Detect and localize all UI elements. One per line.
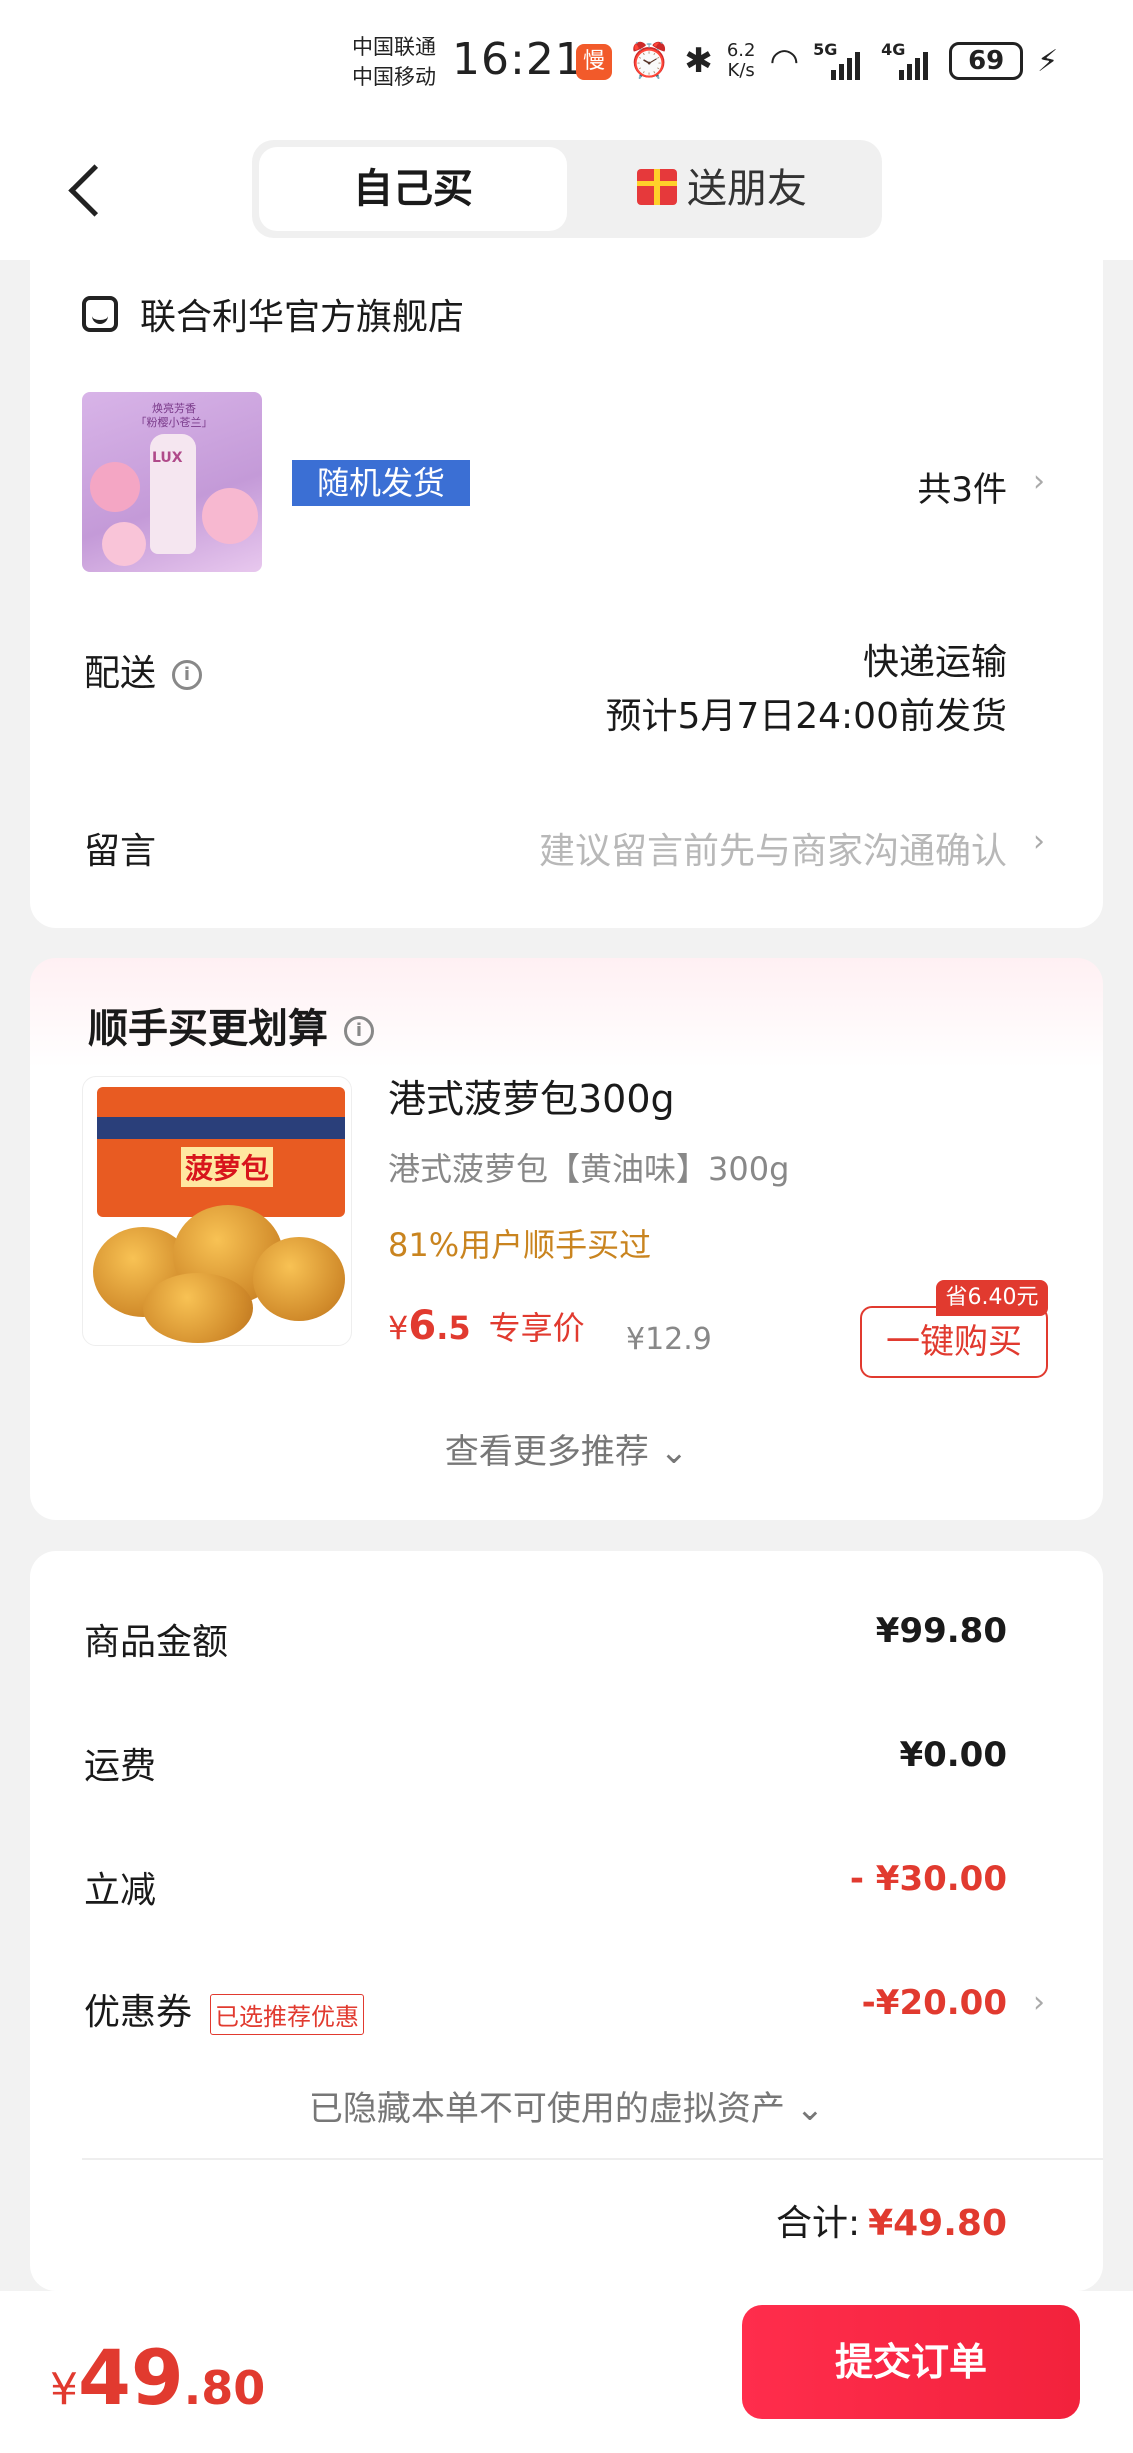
network-speed: 6.2 K/s (727, 41, 756, 81)
chevron-right-icon[interactable]: › (1033, 824, 1045, 859)
price-summary-card: 商品金额 ¥99.80 运费 ¥0.00 立减 - ¥30.00 优惠券 已选推荐… (30, 1551, 1103, 2291)
recommend-card: 顺手买更划算 i 菠萝包 港式菠萝包300g 港式菠萝包【黄油味】300g 81%… (30, 958, 1103, 1520)
carrier-names: 中国联通 中国移动 (352, 32, 436, 92)
charging-icon: ⚡ (1037, 43, 1059, 79)
recommend-original-price: ¥12.9 (626, 1322, 712, 1357)
hidden-assets-toggle[interactable]: 已隐藏本单不可使用的虚拟资产 ⌄ (30, 2081, 1103, 2130)
wifi-icon: ◠ (769, 41, 800, 81)
more-recommendations-link[interactable]: 查看更多推荐 ⌄ (30, 1424, 1103, 1473)
net-speed-unit: K/s (727, 60, 755, 81)
payable-amount: ¥49.80 (50, 2333, 266, 2422)
recommend-buy-rate: 81%用户顺手买过 (388, 1226, 652, 1264)
item-quantity[interactable]: 共3件 (917, 462, 1007, 511)
delivery-row: 配送 i (84, 644, 203, 696)
coupon-label: 优惠券 (84, 1992, 193, 2033)
header: 自己买 送朋友 (0, 126, 1133, 260)
chevron-right-icon[interactable]: › (1033, 464, 1045, 499)
recommend-title: 顺手买更划算 i (88, 996, 374, 1054)
savings-badge: 省6.40元 (936, 1280, 1048, 1316)
tab-gift-label: 送朋友 (687, 166, 807, 212)
product-image[interactable]: 焕亮芳香 「粉樱小苍兰」 LUX (82, 392, 262, 572)
total-label: 合计: (775, 2203, 861, 2244)
random-shipping-tag: 随机发货 (292, 460, 470, 506)
delivery-method: 快递运输 (862, 642, 1007, 683)
alarm-icon: ⏰ (628, 41, 671, 81)
coupon-badge: 已选推荐优惠 (210, 1993, 365, 2035)
product-box: 菠萝包 (97, 1087, 345, 1217)
status-time: 16:21 (452, 34, 584, 85)
divider (82, 2158, 1103, 2160)
goods-amount-value: ¥99.80 (875, 1611, 1007, 1651)
coupon-value[interactable]: -¥20.00 (862, 1983, 1007, 2023)
tab-gift-friend[interactable]: 送朋友 (568, 147, 876, 231)
purchase-mode-switch: 自己买 送朋友 (252, 140, 882, 238)
order-card: 联合利华官方旗舰店 焕亮芳香 「粉樱小苍兰」 LUX 随机发货 共3件 › 配送 i… (30, 260, 1103, 928)
shop-icon (82, 296, 118, 332)
one-click-buy-button[interactable]: 一键购买 (860, 1306, 1048, 1378)
info-icon[interactable]: i (172, 660, 203, 690)
gift-icon (637, 169, 677, 205)
signal-5g-icon: 5G (813, 38, 867, 84)
carrier-1: 中国联通 (352, 35, 436, 59)
submit-order-button[interactable]: 提交订单 (742, 2305, 1080, 2419)
product-brand: LUX (152, 450, 183, 466)
message-label: 留言 (84, 831, 157, 872)
chevron-down-icon: ⌄ (659, 1432, 689, 1472)
recommend-product-name[interactable]: 港式菠萝包300g (388, 1068, 675, 1123)
shipping-fee-value: ¥0.00 (899, 1735, 1007, 1775)
carrier-2: 中国移动 (352, 65, 436, 89)
bluetooth-icon: ✱ (684, 41, 713, 81)
coupon-row[interactable]: 优惠券 已选推荐优惠 (84, 1983, 365, 2035)
order-total: 合计: ¥49.80 (776, 2194, 1007, 2246)
shop-row[interactable]: 联合利华官方旗舰店 (82, 288, 464, 340)
net-speed-value: 6.2 (726, 40, 756, 61)
info-icon[interactable]: i (344, 1016, 374, 1046)
delivery-info: 快递运输 预计5月7日24:00前发货 (605, 636, 1007, 744)
recommend-product-variant: 港式菠萝包【黄油味】300g (388, 1150, 790, 1188)
recommend-price: ¥6.5 专享价 (388, 1303, 585, 1349)
delivery-eta: 预计5月7日24:00前发货 (605, 696, 1007, 737)
chevron-down-icon: ⌄ (795, 2089, 825, 2129)
status-icons: ⏰ ✱ 6.2 K/s ◠ 5G 4G 69 ⚡ (628, 36, 1058, 86)
battery-icon: 69 (949, 42, 1024, 80)
product-image-text: 焕亮芳香 「粉樱小苍兰」 (135, 402, 213, 429)
status-bar: 中国联通 中国移动 16:21 慢 ⏰ ✱ 6.2 K/s ◠ 5G 4G 69… (0, 0, 1133, 126)
shipping-fee-label: 运费 (84, 1746, 157, 1787)
shop-name: 联合利华官方旗舰店 (140, 297, 465, 338)
delivery-label: 配送 (84, 653, 157, 694)
message-input[interactable]: 建议留言前先与商家沟通确认 (539, 822, 1007, 874)
box-label: 菠萝包 (181, 1147, 274, 1187)
back-button[interactable] (60, 152, 110, 232)
discount-label: 立减 (84, 1870, 157, 1911)
recommend-product-image[interactable]: 菠萝包 (82, 1076, 352, 1346)
checkout-bar: ¥49.80 提交订单 (0, 2291, 1133, 2453)
tab-buy-self[interactable]: 自己买 (259, 147, 567, 231)
signal-4g-icon: 4G (881, 38, 935, 84)
app-notification-icon: 慢 (576, 44, 612, 80)
discount-value: - ¥30.00 (849, 1859, 1007, 1899)
goods-amount-label: 商品金额 (84, 1622, 229, 1663)
chevron-right-icon[interactable]: › (1033, 1985, 1045, 2020)
total-value: ¥49.80 (868, 2203, 1007, 2244)
